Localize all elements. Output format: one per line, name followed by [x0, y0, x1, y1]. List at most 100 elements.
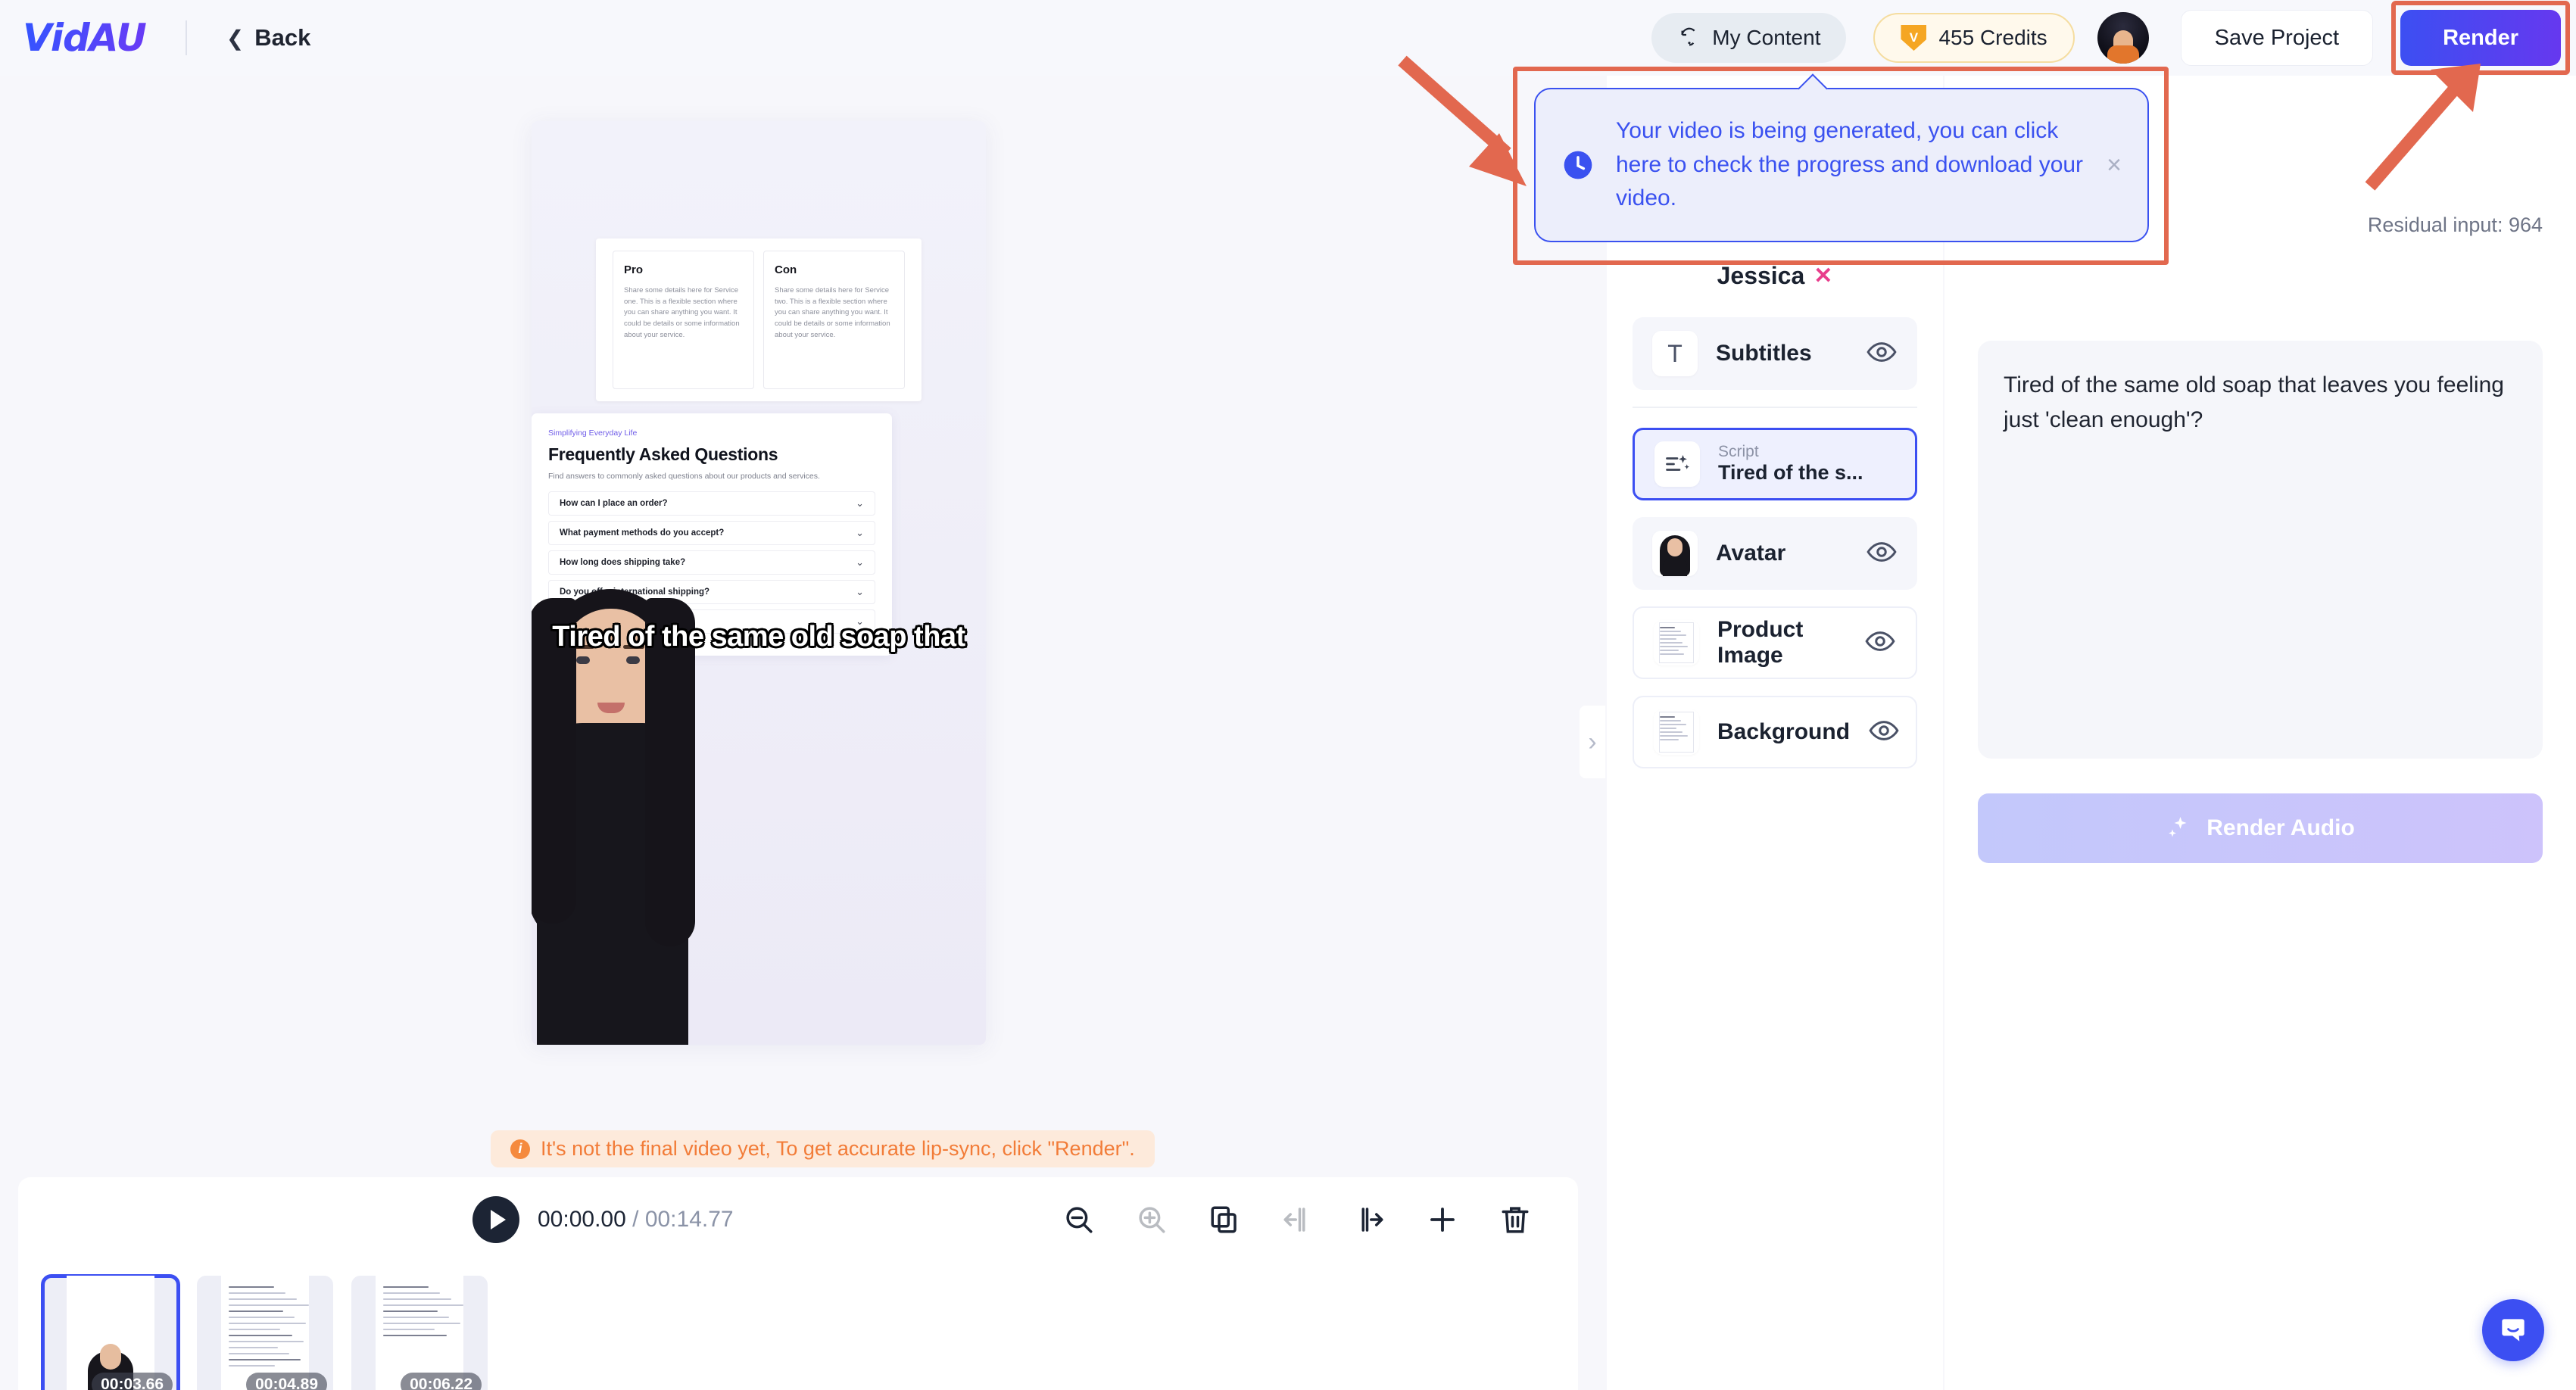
layer-visibility-toggle[interactable] — [1864, 625, 1896, 661]
avatar-remove-icon[interactable]: ✕ — [1813, 263, 1832, 289]
layer-sublabel: Script — [1718, 443, 1759, 461]
my-content-button[interactable]: My Content — [1651, 13, 1847, 63]
layers-panel: Jessica ✕ T Subtitles Script Tired of the s… — [1607, 76, 1943, 1390]
save-project-label: Save Project — [2214, 25, 2340, 50]
timeline-panel: 00:00.00 / 00:14.77 00:03.66 00:04.89 00… — [18, 1177, 1578, 1390]
layer-text: Background — [1717, 719, 1850, 745]
chevron-down-icon: ⌄ — [856, 497, 864, 509]
credits-label: 455 Credits — [1938, 26, 2047, 49]
visibility-eye-icon[interactable] — [1864, 625, 1896, 657]
script-textarea[interactable]: Tired of the same old soap that leaves y… — [1978, 341, 2543, 759]
video-preview[interactable]: Pro Share some details here for Service … — [532, 121, 986, 1045]
faq-list: How can I place an order? ⌄ What payment m… — [548, 491, 875, 634]
current-time: 00:00.00 — [538, 1207, 626, 1232]
credits-button[interactable]: V 455 Credits — [1873, 13, 2075, 63]
user-avatar[interactable] — [2097, 12, 2149, 64]
timeline-tools — [1063, 1204, 1548, 1236]
layer-visibility-toggle[interactable] — [1866, 336, 1898, 372]
avatar-name: Jessica — [1717, 262, 1805, 289]
layer-label: Avatar — [1716, 541, 1786, 566]
render-label: Render — [2443, 25, 2518, 50]
time-display: 00:00.00 / 00:14.77 — [538, 1207, 734, 1233]
visibility-eye-icon[interactable] — [1868, 715, 1900, 746]
app-header: VidAU ❮ Back My Content V 455 Credits Sa… — [0, 0, 2576, 76]
visibility-eye-icon[interactable] — [1866, 536, 1898, 568]
layer-item-background[interactable]: Background — [1633, 696, 1917, 768]
con-title: Con — [775, 263, 797, 276]
app-root: VidAU ❮ Back My Content V 455 Credits Sa… — [0, 0, 2576, 1390]
scene-thumbnail[interactable]: 00:03.66 — [41, 1274, 180, 1390]
avatar-thumbnail — [1652, 531, 1698, 576]
con-card: Con Share some details here for Service … — [763, 251, 905, 389]
scene-strip: 00:03.66 00:04.89 00:06.22 — [18, 1262, 1578, 1390]
tooltip-close-icon[interactable]: × — [2107, 151, 2122, 180]
warning-text: It's not the final video yet, To get acc… — [541, 1137, 1135, 1160]
residual-input-label: Residual input: 964 — [2367, 213, 2543, 236]
clock-icon — [1564, 151, 1592, 179]
layer-label: Product Image — [1717, 617, 1804, 668]
layer-thumbnail — [1654, 441, 1700, 487]
faq-eyebrow: Simplifying Everyday Life — [548, 429, 638, 438]
pro-body: Share some details here for Service one.… — [624, 286, 740, 339]
save-project-button[interactable]: Save Project — [2180, 10, 2374, 66]
tooltip-message: Your video is being generated, you can c… — [1616, 118, 2084, 211]
layer-text: Avatar — [1716, 541, 1785, 566]
faq-question: How long does shipping take? — [560, 558, 686, 567]
collapse-panel-button[interactable]: › — [1580, 706, 1605, 778]
faq-question: What payment methods do you accept? — [560, 528, 725, 538]
render-button-wrap: Render — [2391, 1, 2570, 75]
duplicate-icon[interactable] — [1208, 1204, 1240, 1236]
script-sparkle-icon — [1666, 455, 1690, 471]
layer-thumbnail — [1654, 709, 1699, 755]
render-audio-button[interactable]: Render Audio — [1978, 793, 2543, 863]
zoom-out-icon[interactable] — [1063, 1204, 1095, 1236]
back-button[interactable]: ❮ Back — [226, 24, 311, 51]
pro-card: Pro Share some details here for Service … — [613, 251, 754, 389]
split-left-icon — [1283, 1208, 1305, 1232]
add-icon[interactable] — [1427, 1204, 1458, 1236]
layer-text: Script Tired of the s... — [1718, 444, 1863, 484]
my-content-label: My Content — [1712, 26, 1821, 49]
zoom-in-icon — [1139, 1207, 1165, 1233]
faq-item[interactable]: How can I place an order? ⌄ — [548, 491, 875, 516]
generation-tooltip[interactable]: Your video is being generated, you can c… — [1534, 73, 2149, 242]
layer-list: T Subtitles Script Tired of the s... Avatar P… — [1633, 317, 1917, 768]
chevron-down-icon: ⌄ — [856, 586, 864, 597]
product-thumb-icon — [1659, 622, 1694, 663]
faq-item[interactable]: What payment methods do you accept? ⌄ — [548, 521, 875, 545]
split-right-icon[interactable] — [1354, 1204, 1386, 1236]
preview-stage: Pro Share some details here for Service … — [0, 76, 1596, 1390]
procon-slide: Pro Share some details here for Service … — [596, 238, 922, 401]
timeline-controls: 00:00.00 / 00:14.77 — [18, 1177, 1578, 1262]
layer-visibility-toggle[interactable] — [1866, 536, 1898, 572]
visibility-eye-icon[interactable] — [1866, 336, 1898, 368]
play-button[interactable] — [472, 1196, 519, 1243]
layer-item-script[interactable]: Script Tired of the s... — [1633, 428, 1917, 500]
header-divider — [185, 20, 187, 55]
vidau-logo[interactable]: VidAU — [23, 16, 147, 60]
lipsync-warning-banner: i It's not the final video yet, To get a… — [491, 1130, 1155, 1167]
layer-item-product-image[interactable]: Product Image — [1633, 606, 1917, 679]
faq-question: Do you offer international shipping? — [560, 587, 710, 597]
avatar-eye-right — [626, 656, 640, 664]
delete-icon[interactable] — [1499, 1204, 1531, 1236]
chevron-left-icon: ❮ — [226, 26, 245, 50]
play-icon — [490, 1210, 506, 1229]
layer-item-subtitles[interactable]: T Subtitles — [1633, 317, 1917, 390]
avatar-name-row: Jessica ✕ — [1633, 262, 1917, 290]
faq-item[interactable]: Do you offer international shipping? ⌄ — [548, 580, 875, 604]
support-chat-button[interactable] — [2482, 1299, 2544, 1361]
layer-visibility-toggle[interactable] — [1868, 715, 1900, 750]
background-thumb-icon — [1659, 712, 1694, 753]
layer-label: Background — [1717, 719, 1851, 744]
faq-item[interactable]: How long does shipping take? ⌄ — [548, 550, 875, 575]
scene-thumbnail[interactable]: 00:04.89 — [197, 1276, 333, 1390]
render-button[interactable]: Render — [2400, 10, 2561, 66]
scene-thumbnail[interactable]: 00:06.22 — [351, 1276, 488, 1390]
layer-item-avatar[interactable]: Avatar — [1633, 517, 1917, 590]
chevron-down-icon: ⌄ — [856, 527, 864, 538]
sparkles-icon — [2169, 817, 2187, 837]
text-t-icon: T — [1667, 339, 1683, 367]
layer-text: Product Image — [1717, 617, 1846, 669]
folder-refresh-icon — [1681, 27, 1695, 46]
